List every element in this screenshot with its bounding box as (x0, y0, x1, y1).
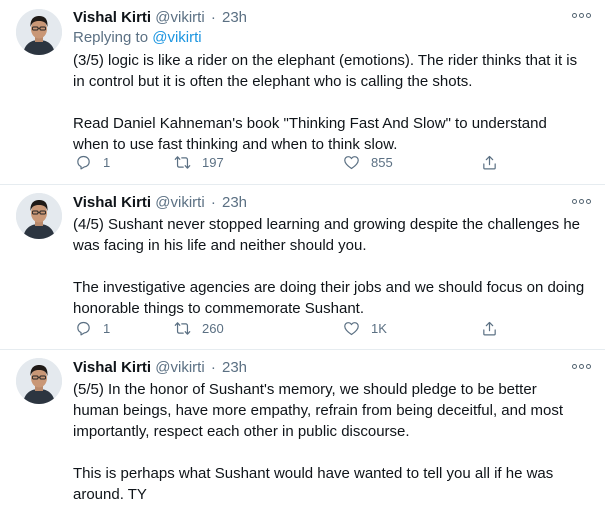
separator-dot: · (210, 9, 216, 26)
like-icon (344, 155, 359, 169)
like-count: 855 (371, 154, 393, 170)
replying-to: Replying to @vikirti (73, 28, 585, 48)
retweet-count: 260 (202, 320, 224, 336)
reply-button[interactable]: 1 (75, 317, 110, 339)
tweet-timestamp[interactable]: 23h (222, 194, 247, 211)
tweet-paragraph: (5/5) In the honor of Sushant's memory, … (73, 381, 563, 440)
like-button[interactable]: 1K (343, 317, 387, 339)
tweet-header: Vishal Kirti @vikirti · 23h (73, 9, 585, 27)
share-icon (483, 155, 496, 169)
author-name[interactable]: Vishal Kirti (73, 194, 151, 211)
replying-to-label: Replying to (73, 29, 153, 46)
retweet-icon (174, 155, 191, 169)
reply-icon (77, 321, 90, 335)
author-name[interactable]: Vishal Kirti (73, 359, 151, 376)
tweet-header: Vishal Kirti @vikirti · 23h (73, 194, 585, 212)
separator-dot: · (210, 194, 216, 211)
share-button[interactable] (481, 151, 498, 173)
tweet-actions: 1 260 1K (73, 317, 503, 339)
tweet[interactable]: Vishal Kirti @vikirti · 23h (5/5) In the… (0, 350, 605, 503)
like-icon (344, 321, 359, 335)
like-count: 1K (371, 320, 387, 336)
reply-icon (77, 155, 90, 169)
retweet-button[interactable]: 260 (174, 317, 224, 339)
retweet-button[interactable]: 197 (174, 151, 224, 173)
tweet[interactable]: Vishal Kirti @vikirti · 23h (4/5) Sushan… (0, 185, 605, 350)
avatar[interactable] (16, 358, 62, 404)
reply-button[interactable]: 1 (75, 151, 110, 173)
share-button[interactable] (481, 317, 498, 339)
tweet[interactable]: Vishal Kirti @vikirti · 23h Replying to … (0, 0, 605, 185)
avatar[interactable] (16, 193, 62, 239)
reply-count: 1 (103, 154, 111, 170)
share-icon (483, 321, 496, 335)
separator-dot: · (210, 359, 216, 376)
tweet-actions: 1 197 855 (73, 151, 503, 173)
like-button[interactable]: 855 (343, 151, 393, 173)
avatar[interactable] (16, 9, 62, 55)
tweet-paragraph: (4/5) Sushant never stopped learning and… (73, 216, 581, 254)
tweet-text: (4/5) Sushant never stopped learning and… (73, 214, 585, 319)
replying-to-link[interactable]: @vikirti (152, 29, 201, 46)
retweet-count: 197 (202, 154, 224, 170)
tweet-paragraph: This is perhaps what Sushant would have … (73, 465, 554, 503)
author-handle[interactable]: @vikirti (155, 9, 204, 26)
retweet-icon (174, 321, 191, 335)
tweet-text: (5/5) In the honor of Sushant's memory, … (73, 379, 585, 505)
tweet-paragraph: Read Daniel Kahneman's book "Thinking Fa… (73, 115, 547, 153)
tweet-paragraph: (3/5) logic is like a rider on the eleph… (73, 52, 578, 90)
author-handle[interactable]: @vikirti (155, 359, 204, 376)
tweet-paragraph: The investigative agencies are doing the… (73, 279, 585, 317)
reply-count: 1 (103, 320, 111, 336)
author-name[interactable]: Vishal Kirti (73, 9, 151, 26)
author-handle[interactable]: @vikirti (155, 194, 204, 211)
tweet-timestamp[interactable]: 23h (222, 9, 247, 26)
tweet-header: Vishal Kirti @vikirti · 23h (73, 359, 585, 377)
tweet-timestamp[interactable]: 23h (222, 359, 247, 376)
tweet-thread: Vishal Kirti @vikirti · 23h Replying to … (0, 0, 605, 503)
tweet-text: (3/5) logic is like a rider on the eleph… (73, 50, 585, 155)
